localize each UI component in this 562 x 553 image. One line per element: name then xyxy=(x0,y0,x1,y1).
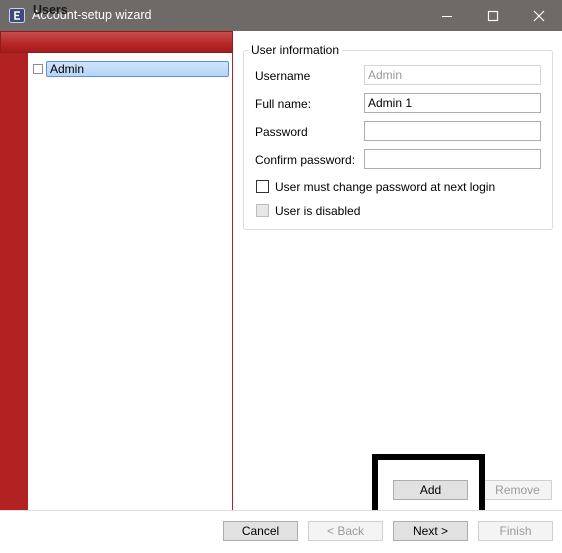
username-field[interactable]: Admin xyxy=(364,65,541,85)
user-disabled-label: User is disabled xyxy=(275,204,361,218)
finish-button[interactable]: Finish xyxy=(478,521,553,541)
users-panel-strip xyxy=(0,31,28,511)
group-legend: User information xyxy=(248,43,343,57)
confirm-password-field[interactable] xyxy=(364,149,541,169)
minimize-button[interactable] xyxy=(424,0,470,31)
maximize-icon xyxy=(487,10,499,21)
users-title: Users xyxy=(33,3,68,17)
confirm-password-label: Confirm password: xyxy=(255,153,356,167)
next-button[interactable]: Next > xyxy=(393,521,468,541)
users-header xyxy=(0,31,233,53)
expander-box-icon[interactable] xyxy=(33,64,43,74)
fullname-field[interactable]: Admin 1 xyxy=(364,93,541,113)
remove-button[interactable]: Remove xyxy=(483,480,552,500)
app-wizard-icon xyxy=(9,8,25,23)
back-button[interactable]: < Back xyxy=(308,521,383,541)
password-label: Password xyxy=(255,125,308,139)
cancel-button[interactable]: Cancel xyxy=(223,521,298,541)
username-label: Username xyxy=(255,69,311,83)
close-button[interactable] xyxy=(516,0,562,31)
tree-item-admin[interactable]: Admin xyxy=(46,61,229,77)
users-panel xyxy=(0,31,233,511)
tree-item-label: Admin xyxy=(50,62,85,76)
must-change-password-checkbox[interactable] xyxy=(256,180,269,193)
minimize-icon xyxy=(442,15,452,17)
user-disabled-checkbox[interactable] xyxy=(256,204,269,217)
maximize-button[interactable] xyxy=(470,0,516,31)
must-change-password-label[interactable]: User must change password at next login xyxy=(275,180,495,194)
fullname-label: Full name: xyxy=(255,97,312,111)
password-field[interactable] xyxy=(364,121,541,141)
title-bar: Account-setup wizard xyxy=(0,0,562,31)
close-icon xyxy=(533,10,545,21)
